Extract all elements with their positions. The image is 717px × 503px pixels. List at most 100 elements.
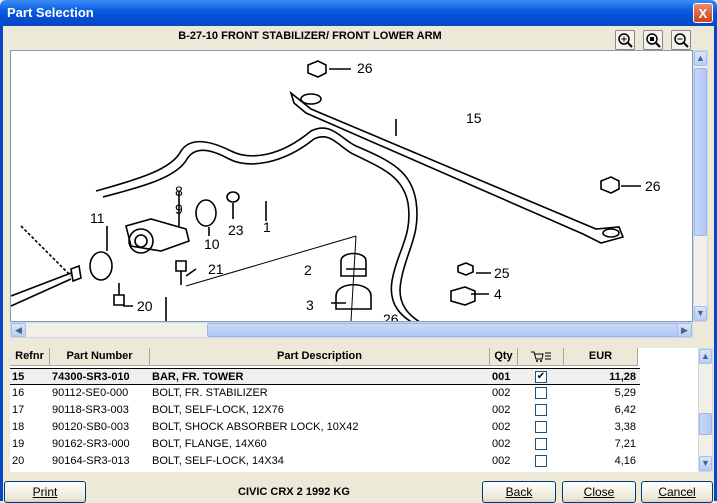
- zoom-fit-button[interactable]: [643, 30, 663, 50]
- header-eur[interactable]: EUR: [564, 348, 638, 366]
- parts-table: Refnr Part Number Part Description Qty E…: [10, 348, 700, 472]
- callout-2: 2: [304, 262, 312, 278]
- cell-desc: BOLT, SHOCK ABSORBER LOCK, 10X42: [152, 421, 359, 433]
- diagram-horizontal-scrollbar[interactable]: ◀ ▶: [10, 322, 693, 338]
- zoom-out-button[interactable]: [671, 30, 691, 50]
- header-part-number[interactable]: Part Number: [50, 348, 150, 366]
- window-close-button[interactable]: X: [693, 3, 713, 23]
- tower-bar-end-right: [602, 228, 620, 238]
- nut-25: [457, 262, 474, 276]
- print-button[interactable]: Print: [4, 481, 86, 503]
- window-titlebar: Part Selection X: [0, 0, 717, 26]
- cell-eur: 3,38: [614, 421, 636, 433]
- close-label: Close: [583, 485, 615, 499]
- header-qty[interactable]: Qty: [490, 348, 518, 366]
- diagram-vscroll-thumb[interactable]: [694, 68, 707, 236]
- bushing-11: [89, 251, 113, 281]
- parts-diagram[interactable]: 26 15 26 8 9 10 23 1 11 21 2 25 3 4 20 2…: [10, 50, 693, 322]
- row-checkbox[interactable]: [535, 404, 547, 416]
- row-checkbox[interactable]: [535, 438, 547, 450]
- diagram-scroll-up-button[interactable]: ▲: [694, 51, 707, 66]
- close-button[interactable]: Close: [562, 481, 636, 503]
- cell-qty: 001: [492, 371, 511, 383]
- cell-eur: 6,42: [614, 404, 636, 416]
- table-scroll-down-button[interactable]: ▼: [699, 456, 712, 471]
- cell-part: 74300-SR3-010: [52, 371, 130, 383]
- callout-26-top: 26: [357, 60, 373, 76]
- header-refnr[interactable]: Refnr: [10, 348, 50, 366]
- callout-25: 25: [494, 265, 510, 281]
- table-row[interactable]: 18 90120-SB0-003 BOLT, SHOCK ABSORBER LOCK…: [10, 419, 640, 436]
- cell-ref: 18: [12, 421, 25, 433]
- callout-11: 11: [90, 210, 105, 226]
- cell-ref: 16: [12, 387, 25, 399]
- cell-eur: 5,29: [614, 387, 636, 399]
- callout-labels: 26 15 26 8 9 10 23 1 11 21 2 25 3 4 20 2…: [90, 60, 661, 322]
- cell-eur: 4,16: [614, 455, 636, 467]
- nut-26-right: [600, 176, 620, 194]
- cell-desc: BAR, FR. TOWER: [152, 371, 244, 383]
- parts-diagram-drawing: 26 15 26 8 9 10 23 1 11 21 2 25 3 4 20 2…: [11, 60, 661, 322]
- back-label: Back: [505, 485, 533, 499]
- cell-ref: 15: [12, 371, 25, 383]
- cell-eur: 11,28: [609, 371, 636, 383]
- row-checkbox[interactable]: ✔: [535, 371, 547, 383]
- diagram-vertical-scrollbar[interactable]: ▲ ▼: [693, 50, 708, 322]
- cell-ref: 20: [12, 455, 25, 467]
- zoom-in-button[interactable]: [615, 30, 635, 50]
- header-part-description[interactable]: Part Description: [150, 348, 490, 366]
- diagram-scroll-right-button[interactable]: ▶: [677, 323, 692, 337]
- table-row[interactable]: 19 90162-SR3-000 BOLT, FLANGE, 14X60 002 7,2…: [10, 436, 640, 453]
- cell-qty: 002: [492, 387, 511, 399]
- callout-26-right: 26: [645, 178, 661, 194]
- table-row[interactable]: 16 90112-SE0-000 BOLT, FR. STABILIZER 002 5,…: [10, 385, 640, 402]
- callout-26-bottom: 26: [383, 311, 399, 322]
- table-row[interactable]: 15 74300-SR3-010 BAR, FR. TOWER 001 ✔ 11,28: [10, 368, 640, 385]
- cell-qty: 002: [492, 455, 511, 467]
- cancel-button[interactable]: Cancel: [641, 481, 713, 503]
- table-vscroll-thumb[interactable]: [699, 413, 712, 435]
- row-checkbox[interactable]: [535, 387, 547, 399]
- table-vertical-scrollbar[interactable]: ▲ ▼: [698, 348, 713, 472]
- zoom-in-icon: [618, 33, 633, 48]
- cart-list-icon: [530, 351, 551, 363]
- cell-desc: BOLT, SELF-LOCK, 14X34: [152, 455, 284, 467]
- tower-bar-outline: [289, 90, 625, 244]
- cell-part: 90112-SE0-000: [52, 387, 129, 399]
- cell-qty: 002: [492, 404, 511, 416]
- diagram-scroll-down-button[interactable]: ▼: [694, 306, 707, 321]
- callout-3: 3: [306, 297, 314, 313]
- window-title: Part Selection: [7, 5, 94, 20]
- print-label: Print: [32, 485, 58, 499]
- cell-part: 90162-SR3-000: [52, 438, 130, 450]
- diagram-hscroll-thumb[interactable]: [207, 323, 681, 337]
- back-button[interactable]: Back: [482, 481, 556, 503]
- cell-desc: BOLT, FLANGE, 14X60: [152, 438, 267, 450]
- tower-bar-end-left: [300, 93, 322, 105]
- row-checkbox[interactable]: [535, 421, 547, 433]
- callout-9: 9: [175, 201, 183, 217]
- cell-ref: 19: [12, 438, 25, 450]
- table-row[interactable]: 20 90164-SR3-013 BOLT, SELF-LOCK, 14X34 002…: [10, 453, 640, 470]
- cell-qty: 002: [492, 421, 511, 433]
- callout-21: 21: [208, 261, 224, 277]
- clamp-3: [335, 284, 372, 310]
- bushing-10: [195, 199, 217, 227]
- table-scroll-up-button[interactable]: ▲: [699, 349, 712, 364]
- callout-10: 10: [204, 236, 220, 252]
- cell-part: 90120-SB0-003: [52, 421, 130, 433]
- callout-20: 20: [137, 298, 153, 314]
- diagram-title: B-27-10 FRONT STABILIZER/ FRONT LOWER AR…: [178, 30, 442, 42]
- callout-8: 8: [175, 183, 183, 199]
- diagram-scroll-left-button[interactable]: ◀: [11, 323, 26, 337]
- nut-26-top: [307, 60, 327, 78]
- table-row[interactable]: 17 90118-SR3-003 BOLT, SELF-LOCK, 12X76 002…: [10, 402, 640, 419]
- callout-23: 23: [228, 222, 244, 238]
- row-checkbox[interactable]: [535, 455, 547, 467]
- header-select[interactable]: [518, 348, 564, 366]
- vehicle-status: CIVIC CRX 2 1992 KG: [238, 486, 350, 498]
- cell-ref: 17: [12, 404, 25, 416]
- callout-15: 15: [466, 110, 482, 126]
- cell-desc: BOLT, FR. STABILIZER: [152, 387, 268, 399]
- cell-desc: BOLT, SELF-LOCK, 12X76: [152, 404, 284, 416]
